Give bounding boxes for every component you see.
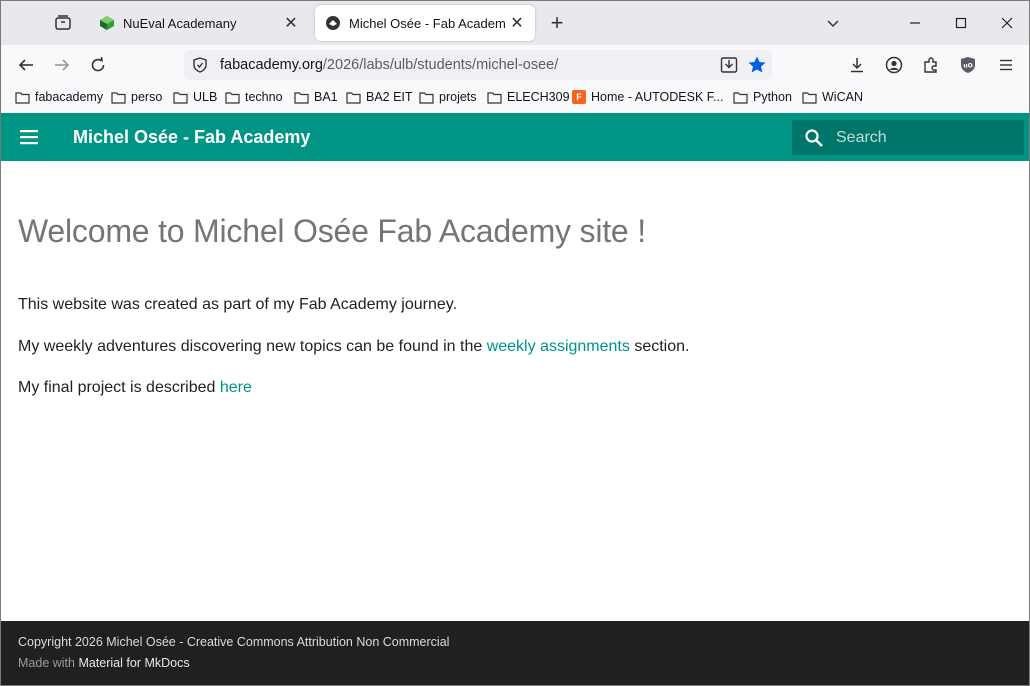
bookmarks-toolbar: fabacademy perso ULB techno BA1 BA2 EIT … xyxy=(1,85,1029,113)
bookmark-fabacademy[interactable]: fabacademy xyxy=(15,90,103,104)
folder-icon xyxy=(111,91,126,104)
bookmark-perso[interactable]: perso xyxy=(111,90,162,104)
folder-icon xyxy=(294,91,309,104)
mkdocs-link[interactable]: Material for MkDocs xyxy=(78,656,189,670)
site-header: Michel Osée - Fab Academy Search xyxy=(1,113,1029,161)
shield-icon[interactable] xyxy=(192,57,208,78)
weekly-text-before: My weekly adventures discovering new top… xyxy=(18,338,487,355)
tab-manager-icon[interactable] xyxy=(51,11,75,35)
tab-nueval[interactable]: NuEval Academany ✕ xyxy=(89,5,309,41)
folder-icon xyxy=(225,91,240,104)
folder-icon xyxy=(487,91,502,104)
navigation-toolbar: fabacademy.org/2026/labs/ulb/students/mi… xyxy=(1,45,1029,85)
forward-arrow-icon[interactable] xyxy=(48,51,76,79)
site-title[interactable]: Michel Osée - Fab Academy xyxy=(73,127,310,148)
bookmark-elech309[interactable]: ELECH309 xyxy=(487,90,570,104)
account-icon[interactable] xyxy=(880,51,908,79)
final-project-text: My final project is described xyxy=(18,379,220,396)
tab-title: Michel Osée - Fab Academy xyxy=(349,15,505,31)
folder-icon xyxy=(15,91,30,104)
site-footer: Copyright 2026 Michel Osée - Creative Co… xyxy=(1,621,1029,685)
final-project-paragraph: My final project is described here xyxy=(18,379,252,397)
autodesk-favicon-icon: F xyxy=(572,90,586,104)
hamburger-menu-icon[interactable] xyxy=(17,125,43,149)
reload-icon[interactable] xyxy=(84,51,112,79)
weekly-paragraph: My weekly adventures discovering new top… xyxy=(18,338,689,356)
search-icon xyxy=(805,129,823,147)
bookmark-wican[interactable]: WiCAN xyxy=(802,90,863,104)
extensions-icon[interactable] xyxy=(917,51,945,79)
bookmark-label: Home - AUTODESK F... xyxy=(591,90,724,104)
tab-title: NuEval Academany xyxy=(123,15,237,31)
weekly-text-after: section. xyxy=(629,338,690,355)
ublock-origin-icon[interactable]: uO xyxy=(954,51,982,79)
bookmark-label: Python xyxy=(753,90,792,104)
url-bar[interactable]: fabacademy.org/2026/labs/ulb/students/mi… xyxy=(184,50,772,80)
url-path: /2026/labs/ulb/students/michel-osee/ xyxy=(322,57,559,73)
final-project-link[interactable]: here xyxy=(220,379,252,396)
bookmark-label: fabacademy xyxy=(35,90,104,104)
back-arrow-icon[interactable] xyxy=(12,51,40,79)
url-text[interactable]: fabacademy.org/2026/labs/ulb/students/mi… xyxy=(220,57,558,73)
bookmark-star-icon[interactable] xyxy=(747,55,767,80)
intro-paragraph: This website was created as part of my F… xyxy=(18,296,458,313)
close-window-icon[interactable] xyxy=(984,7,1029,39)
bookmark-label: BA1 xyxy=(314,90,338,104)
bookmark-ba2-eit[interactable]: BA2 EIT xyxy=(346,90,413,104)
main-content: Welcome to Michel Osée Fab Academy site … xyxy=(1,161,1029,621)
folder-icon xyxy=(733,91,748,104)
bookmark-projets[interactable]: projets xyxy=(419,90,477,104)
maximize-icon[interactable] xyxy=(938,7,984,39)
weekly-assignments-link[interactable]: weekly assignments xyxy=(487,338,630,355)
bookmark-label: ULB xyxy=(193,90,218,104)
made-with-text: Made with Material for MkDocs xyxy=(18,656,190,670)
bookmark-ba1[interactable]: BA1 xyxy=(294,90,338,104)
minimize-icon[interactable] xyxy=(892,7,938,39)
made-with-label: Made with xyxy=(18,656,79,670)
bookmark-autodesk[interactable]: F Home - AUTODESK F... xyxy=(572,90,723,104)
folder-icon xyxy=(346,91,361,104)
downloads-icon[interactable] xyxy=(843,51,871,79)
bookmark-label: projets xyxy=(439,90,477,104)
bookmark-techno[interactable]: techno xyxy=(225,90,283,104)
bookmark-label: WiCAN xyxy=(822,90,863,104)
svg-text:uO: uO xyxy=(963,63,972,70)
bookmark-python[interactable]: Python xyxy=(733,90,792,104)
bookmark-label: ELECH309 xyxy=(507,90,570,104)
save-to-pocket-icon[interactable] xyxy=(720,56,738,79)
browser-window: NuEval Academany ✕ Michel Osée - Fab Aca… xyxy=(0,0,1030,686)
page-heading: Welcome to Michel Osée Fab Academy site … xyxy=(18,213,646,249)
nueval-favicon-icon xyxy=(99,15,115,31)
bookmark-label: BA2 EIT xyxy=(366,90,413,104)
bookmark-label: perso xyxy=(131,90,163,104)
copyright-text: Copyright 2026 Michel Osée - Creative Co… xyxy=(18,635,450,649)
new-tab-icon[interactable]: + xyxy=(545,10,569,35)
bookmark-ulb[interactable]: ULB xyxy=(173,90,217,104)
url-domain: fabacademy.org xyxy=(220,57,323,73)
close-tab-icon[interactable]: ✕ xyxy=(279,11,303,35)
app-menu-icon[interactable] xyxy=(992,51,1020,79)
bookmark-label: techno xyxy=(245,90,283,104)
tab-strip: NuEval Academany ✕ Michel Osée - Fab Aca… xyxy=(1,1,1029,45)
fabacademy-favicon-icon xyxy=(325,15,341,31)
folder-icon xyxy=(802,91,817,104)
search-input[interactable]: Search xyxy=(792,120,1024,155)
tab-michel-osee[interactable]: Michel Osée - Fab Academy ✕ xyxy=(315,5,535,41)
folder-icon xyxy=(173,91,188,104)
search-placeholder: Search xyxy=(836,129,887,146)
close-tab-icon[interactable]: ✕ xyxy=(505,11,529,35)
folder-icon xyxy=(419,91,434,104)
chevron-down-icon[interactable] xyxy=(821,11,845,35)
